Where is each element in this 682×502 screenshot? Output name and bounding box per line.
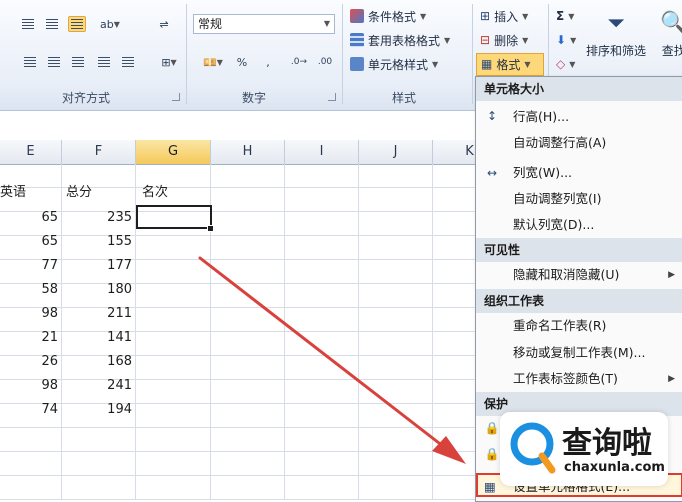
watermark-brand: 查询啦: [562, 426, 652, 461]
watermark-url: chaxunla.com: [564, 460, 665, 475]
submenu-arrow-icon: ▶: [668, 374, 675, 384]
section-organize-sheets: 组织工作表: [476, 289, 682, 313]
magnifier-logo-icon: [510, 422, 556, 474]
menu-item-tab-color[interactable]: 工作表标签颜色(T) ▶: [476, 367, 682, 391]
section-cell-size: 单元格大小: [476, 77, 682, 101]
format-cells-icon: ▦: [484, 479, 496, 494]
menu-item-rename-sheet[interactable]: 重命名工作表(R): [476, 314, 682, 338]
hide-unhide-label: 隐藏和取消隐藏(U): [513, 267, 620, 282]
section-visibility: 可见性: [476, 238, 682, 262]
menu-item-autofit-row[interactable]: 自动调整行高(A): [476, 131, 682, 155]
menu-item-default-width[interactable]: 默认列宽(D)...: [476, 213, 682, 237]
menu-item-move-copy-sheet[interactable]: 移动或复制工作表(M)...: [476, 341, 682, 365]
tab-color-label: 工作表标签颜色(T): [513, 371, 618, 386]
lock-cell-icon: 🔒: [484, 447, 500, 461]
menu-item-column-width[interactable]: 列宽(W)...: [476, 161, 682, 185]
watermark-logo: 查询啦 chaxunla.com: [500, 412, 668, 486]
menu-item-autofit-column[interactable]: 自动调整列宽(I): [476, 187, 682, 211]
menu-item-hide-unhide[interactable]: 隐藏和取消隐藏(U) ▶: [476, 263, 682, 287]
protect-sheet-icon: 🔒: [484, 421, 500, 435]
menu-item-row-height[interactable]: 行高(H)...: [476, 105, 682, 129]
submenu-arrow-icon: ▶: [668, 270, 675, 280]
